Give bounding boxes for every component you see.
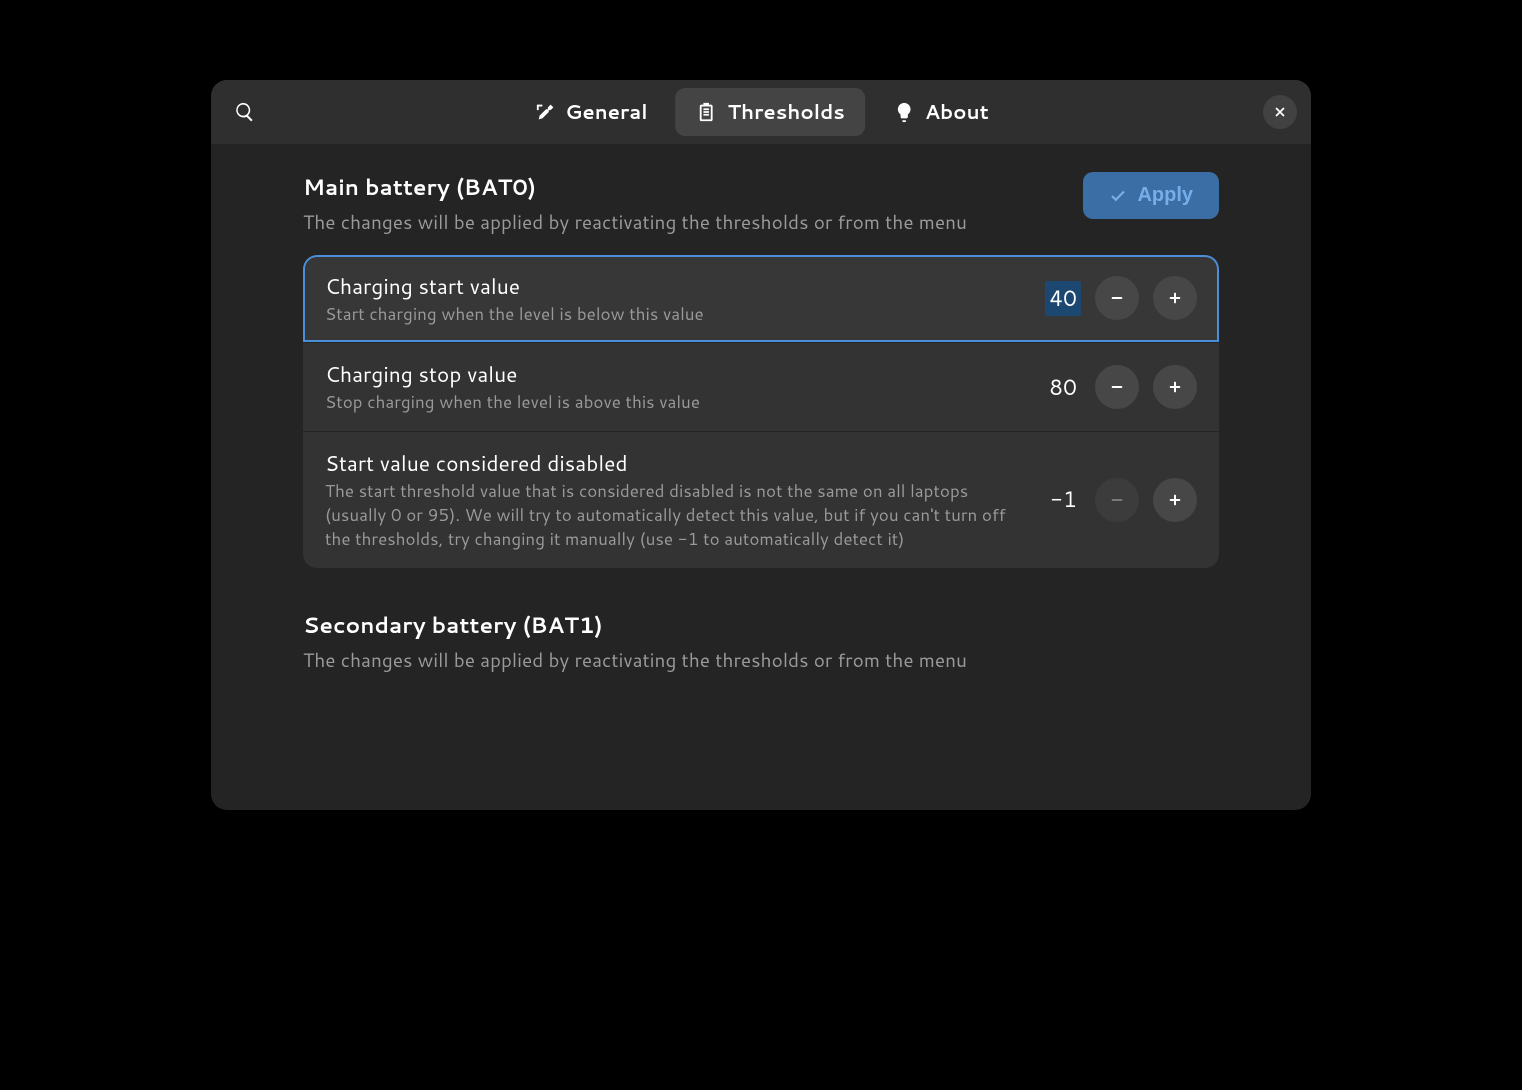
start-value-input[interactable]: 40 — [1045, 281, 1081, 316]
row-start-disabled[interactable]: Start value considered disabled The star… — [303, 432, 1219, 567]
tools-icon — [533, 101, 555, 123]
check-icon — [1109, 187, 1127, 205]
tab-switcher: General Thresholds About — [513, 88, 1009, 136]
minus-icon — [1109, 379, 1125, 395]
section-subtitle: The changes will be applied by reactivat… — [303, 209, 967, 237]
row-title: Charging stop value — [325, 359, 1025, 389]
start-increment-button[interactable] — [1153, 276, 1197, 320]
section-subtitle: The changes will be applied by reactivat… — [303, 647, 1219, 675]
row-subtitle: Start charging when the level is below t… — [325, 303, 1025, 327]
search-icon — [234, 101, 256, 123]
row-charging-start[interactable]: Charging start value Start charging when… — [303, 255, 1219, 344]
minus-icon — [1109, 290, 1125, 306]
row-charging-stop[interactable]: Charging stop value Stop charging when t… — [303, 343, 1219, 432]
main-battery-header: Main battery (BAT0) The changes will be … — [303, 172, 1219, 237]
plus-icon — [1167, 492, 1183, 508]
disabled-value-input[interactable]: -1 — [1045, 482, 1081, 517]
stop-value-input[interactable]: 80 — [1045, 370, 1081, 405]
apply-label: Apply — [1137, 184, 1193, 207]
disabled-decrement-button — [1095, 478, 1139, 522]
settings-window: General Thresholds About Main battery (B… — [211, 80, 1311, 810]
stop-decrement-button[interactable] — [1095, 365, 1139, 409]
close-icon — [1273, 105, 1287, 119]
bulb-icon — [893, 101, 915, 123]
stop-increment-button[interactable] — [1153, 365, 1197, 409]
tab-label: General — [565, 98, 647, 126]
row-subtitle: The start threshold value that is consid… — [325, 480, 1025, 551]
threshold-rows: Charging start value Start charging when… — [303, 255, 1219, 568]
row-title: Charging start value — [325, 271, 1025, 301]
titlebar: General Thresholds About — [211, 80, 1311, 144]
tab-about[interactable]: About — [873, 88, 1009, 136]
minus-icon — [1109, 492, 1125, 508]
row-title: Start value considered disabled — [325, 448, 1025, 478]
battery-icon — [696, 101, 718, 123]
content-area[interactable]: Main battery (BAT0) The changes will be … — [211, 144, 1311, 810]
search-button[interactable] — [225, 92, 265, 132]
start-decrement-button[interactable] — [1095, 276, 1139, 320]
apply-button[interactable]: Apply — [1083, 172, 1219, 219]
tab-thresholds[interactable]: Thresholds — [676, 88, 865, 136]
section-title: Secondary battery (BAT1) — [303, 610, 1219, 641]
section-title: Main battery (BAT0) — [303, 172, 967, 203]
close-button[interactable] — [1263, 95, 1297, 129]
secondary-battery-header: Secondary battery (BAT1) The changes wil… — [303, 610, 1219, 675]
tab-label: About — [925, 98, 989, 126]
disabled-increment-button[interactable] — [1153, 478, 1197, 522]
tab-general[interactable]: General — [513, 88, 667, 136]
row-subtitle: Stop charging when the level is above th… — [325, 391, 1025, 415]
tab-label: Thresholds — [728, 98, 845, 126]
plus-icon — [1167, 379, 1183, 395]
plus-icon — [1167, 290, 1183, 306]
